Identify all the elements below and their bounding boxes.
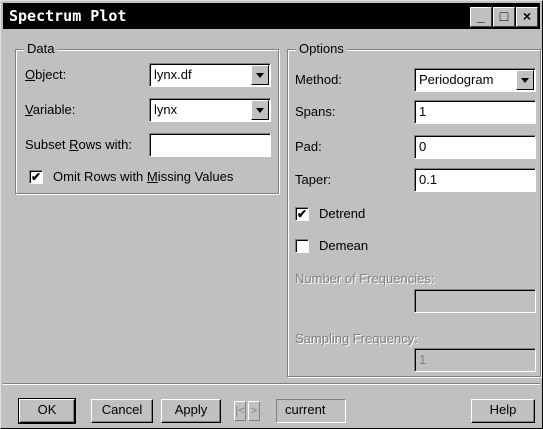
current-indicator: current — [276, 399, 346, 423]
object-dropdown-icon[interactable] — [251, 65, 269, 85]
taper-label: Taper: — [295, 172, 332, 187]
omit-missing-label: Omit Rows with Missing Values — [53, 169, 234, 184]
sampling-frequency-input: 1 — [414, 348, 536, 372]
previous-icon[interactable]: |< — [234, 401, 246, 421]
demean-checkbox[interactable] — [295, 239, 309, 253]
object-value: lynx.df — [154, 67, 192, 82]
pad-label: Pad: — [295, 139, 322, 154]
demean-label: Demean — [319, 238, 369, 253]
footer-separator — [3, 383, 540, 385]
data-group-label: Data — [24, 41, 58, 56]
apply-button[interactable]: Apply — [161, 399, 221, 423]
title-bar[interactable]: Spectrum Plot _ □ × — [3, 3, 540, 29]
variable-dropdown-icon[interactable] — [251, 100, 269, 120]
window-title: Spectrum Plot — [9, 7, 127, 25]
object-label: Object: — [25, 67, 67, 82]
method-value: Periodogram — [419, 72, 494, 87]
spans-input[interactable]: 1 — [414, 100, 536, 124]
variable-combobox[interactable]: lynx — [149, 98, 271, 122]
options-group-label: Options — [296, 41, 347, 56]
sampling-frequency-label: Sampling Frequency: — [295, 331, 418, 346]
omit-missing-checkbox[interactable]: ✔ — [29, 170, 43, 184]
ok-button[interactable]: OK — [18, 398, 76, 424]
spectrum-plot-dialog: Spectrum Plot _ □ × Data Object: lynx.df… — [0, 0, 543, 429]
detrend-label: Detrend — [319, 206, 366, 221]
method-dropdown-icon[interactable] — [516, 70, 534, 90]
taper-input[interactable]: 0.1 — [414, 168, 536, 192]
cancel-button[interactable]: Cancel — [91, 399, 153, 423]
help-button[interactable]: Help — [471, 399, 535, 423]
number-of-frequencies-label: Number of Frequencies: — [295, 271, 435, 286]
method-label: Method: — [295, 72, 342, 87]
object-combobox[interactable]: lynx.df — [149, 63, 271, 87]
subset-rows-label: Subset Rows with: — [25, 137, 132, 152]
next-icon[interactable]: > — [248, 401, 260, 421]
subset-rows-input[interactable] — [149, 133, 271, 157]
maximize-button[interactable]: □ — [493, 7, 515, 27]
variable-label: Variable: — [25, 102, 76, 117]
spans-label: Spans: — [295, 104, 336, 119]
method-combobox[interactable]: Periodogram — [414, 68, 536, 92]
minimize-button[interactable]: _ — [470, 7, 492, 27]
pad-input[interactable]: 0 — [414, 135, 536, 159]
detrend-checkbox[interactable]: ✔ — [295, 207, 309, 221]
number-of-frequencies-input — [414, 289, 536, 313]
variable-value: lynx — [154, 102, 178, 117]
close-button[interactable]: × — [516, 7, 538, 27]
